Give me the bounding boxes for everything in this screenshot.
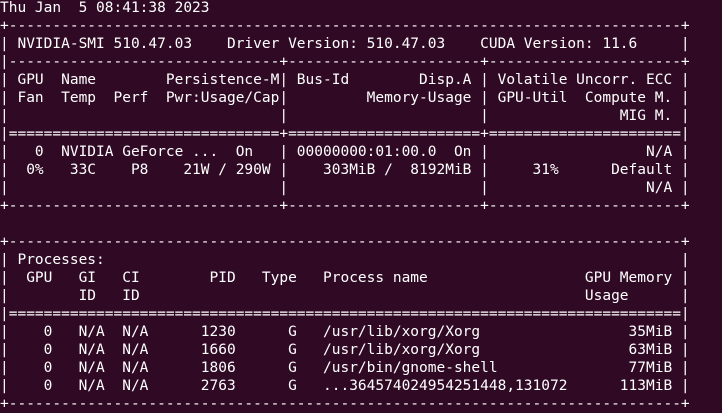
gpu-table-top-border: +---------------------------------------… [0, 18, 690, 34]
smi-version-header: | NVIDIA-SMI 510.47.03 Driver Version: 5… [0, 36, 690, 52]
process-column-headers-row-2: | ID ID Usage | [0, 288, 690, 304]
process-table-top-border: +---------------------------------------… [0, 234, 690, 250]
terminal-window: { "terminal": { "background_color": "#30… [0, 0, 722, 412]
terminal-output[interactable]: Thu Jan 5 08:41:38 2023 +----------------… [0, 0, 690, 413]
gpu-row-identity: | 0 NVIDIA GeForce ... On | 00000000:01:… [0, 144, 690, 160]
gpu-table-bottom-border: +-------------------------------+-------… [0, 198, 690, 214]
process-column-headers-row-1: | GPU GI CI PID Type Process name GPU Me… [0, 270, 690, 286]
gpu-column-headers-row-2: | Fan Temp Perf Pwr:Usage/Cap| Memory-Us… [0, 90, 690, 106]
gpu-column-headers-row-3: | | | MIG M. | [0, 108, 690, 124]
gpu-column-headers-row-1: | GPU Name Persistence-M| Bus-Id Disp.A … [0, 72, 690, 88]
gpu-table-header-separator: |===============================+=======… [0, 126, 690, 142]
process-row: | 0 N/A N/A 2763 G ...364574024954251448… [0, 378, 690, 394]
process-table-bottom-border: +---------------------------------------… [0, 396, 690, 412]
process-row: | 0 N/A N/A 1660 G /usr/lib/xorg/Xorg 63… [0, 342, 690, 358]
gpu-row-stats: | 0% 33C P8 21W / 290W | 303MiB / 8192Mi… [0, 162, 690, 178]
process-row: | 0 N/A N/A 1230 G /usr/lib/xorg/Xorg 35… [0, 324, 690, 340]
process-row: | 0 N/A N/A 1806 G /usr/bin/gnome-shell … [0, 360, 690, 376]
gpu-table-divider: |-------------------------------+-------… [0, 54, 690, 70]
timestamp-line: Thu Jan 5 08:41:38 2023 [0, 0, 210, 16]
gpu-row-mig: | | | N/A | [0, 180, 690, 196]
process-table-header-separator: |=======================================… [0, 306, 690, 322]
process-table-title: | Processes: | [0, 252, 690, 268]
